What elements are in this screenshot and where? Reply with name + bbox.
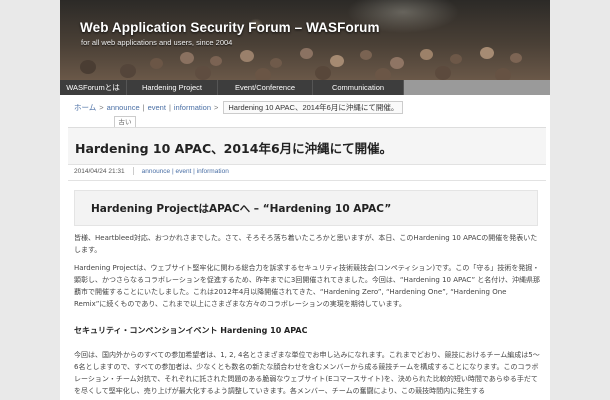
post-paragraph: 今回は、国内外からのすべての参加希望者は、1, 2, 4名とさまざまな単位でお申… bbox=[74, 351, 540, 395]
section-heading: セキュリティ・コンベンションイベント Hardening 10 APAC bbox=[74, 326, 308, 335]
post-title-box: Hardening 10 APAC、2014年6月に沖縄にて開催。 bbox=[68, 127, 546, 165]
breadcrumb-current: Hardening 10 APAC、2014年6月に沖縄にて開催。 bbox=[223, 101, 404, 114]
nav-item-hardening-project[interactable]: Hardening Project bbox=[127, 80, 218, 95]
breadcrumb-separator: > bbox=[214, 103, 219, 112]
main-nav: WASForumとは Hardening Project Event/Confe… bbox=[60, 80, 550, 95]
page-container: Web Application Security Forum – WASForu… bbox=[60, 0, 550, 400]
post-date: 2014/04/24 21:31 bbox=[74, 167, 125, 175]
breadcrumb-separator: > bbox=[99, 103, 104, 112]
site-header: Web Application Security Forum – WASForu… bbox=[60, 0, 550, 80]
meta-divider bbox=[132, 167, 134, 175]
post-paragraph: 皆様、Heartbleed対応、おつかれさまでした。さて、そろそろ落ち着いたころ… bbox=[74, 234, 538, 254]
breadcrumb-information-link[interactable]: information bbox=[174, 103, 211, 112]
breadcrumb-separator: | bbox=[168, 103, 171, 112]
older-post-tab[interactable]: 古い bbox=[114, 116, 136, 127]
post-subtitle: Hardening ProjectはAPACへ – “Hardening 10 … bbox=[91, 203, 392, 215]
meta-divider-line bbox=[68, 180, 546, 181]
breadcrumb: ホーム > announce | event | information > H… bbox=[74, 101, 404, 114]
nav-item-event-conference[interactable]: Event/Conference bbox=[218, 80, 313, 95]
subtitle-box: Hardening ProjectはAPACへ – “Hardening 10 … bbox=[74, 190, 538, 226]
nav-filler bbox=[404, 80, 550, 95]
breadcrumb-home-link[interactable]: ホーム bbox=[74, 102, 96, 113]
post-title: Hardening 10 APAC、2014年6月に沖縄にて開催。 bbox=[75, 141, 393, 156]
post-meta: 2014/04/24 21:31 announce | event | info… bbox=[74, 167, 229, 175]
nav-item-about[interactable]: WASForumとは bbox=[60, 80, 127, 95]
breadcrumb-event-link[interactable]: event bbox=[148, 103, 166, 112]
post-paragraph: Hardening Projectは、ウェブサイト堅牢化に関わる総合力を訴求する… bbox=[74, 264, 540, 308]
post-categories[interactable]: announce | event | information bbox=[142, 168, 229, 175]
nav-item-communication[interactable]: Communication bbox=[313, 80, 404, 95]
site-tagline: for all web applications and users, sinc… bbox=[81, 38, 233, 47]
breadcrumb-separator: | bbox=[142, 103, 145, 112]
breadcrumb-announce-link[interactable]: announce bbox=[107, 103, 140, 112]
site-title[interactable]: Web Application Security Forum – WASForu… bbox=[80, 20, 380, 35]
